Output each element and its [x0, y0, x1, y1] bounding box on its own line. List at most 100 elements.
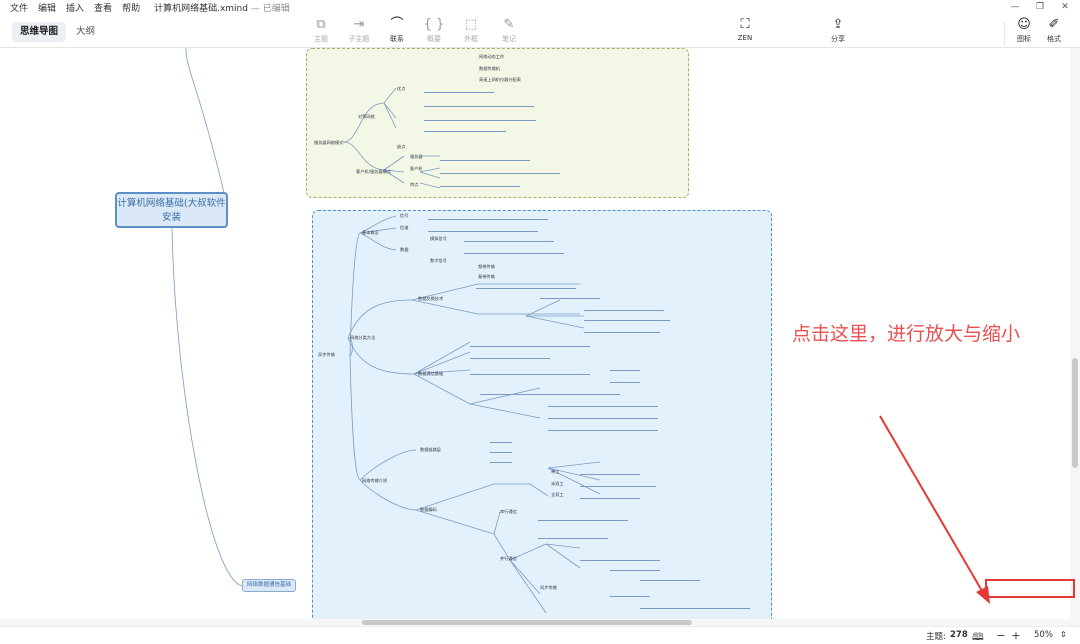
format-brush-icon: ✐ — [1048, 17, 1060, 32]
mindmap-node[interactable]: 对等网络 — [358, 114, 375, 119]
node-underline — [584, 310, 664, 311]
mindmap-node[interactable]: 数据通信基础 — [418, 371, 443, 376]
mindmap-node[interactable]: 半双工 — [551, 481, 564, 486]
horizontal-scrollbar[interactable] — [0, 619, 1070, 626]
document-title: 计算机网络基础.xmind — 已编辑 — [154, 1, 290, 14]
node-underline — [580, 560, 660, 561]
minimize-button[interactable]: — — [1005, 0, 1025, 14]
mindmap-node[interactable]: 特点 — [410, 182, 418, 187]
horizontal-scroll-thumb[interactable] — [362, 620, 692, 625]
mindmap-node[interactable]: 数字信号 — [430, 258, 447, 263]
relationship-button[interactable]: ⌒ 联系 — [377, 16, 417, 46]
mindmap-node[interactable]: 同步传输 — [540, 585, 557, 590]
save-status: — 已编辑 — [250, 3, 290, 14]
node-underline — [538, 520, 628, 521]
mindmap-node[interactable]: 基本概念 — [362, 230, 379, 235]
node-underline — [470, 358, 550, 359]
tab-outline[interactable]: 大纲 — [68, 22, 103, 42]
branch-topic[interactable]: 网络数据通信基础 — [242, 579, 296, 592]
menu-insert[interactable]: 插入 — [66, 1, 84, 14]
mindmap-node[interactable]: 异步传输 — [318, 352, 335, 357]
zen-button[interactable]: ⛶ ZEN — [725, 16, 765, 46]
doc-filename: 计算机网络基础.xmind — [154, 3, 248, 14]
mindmap-node[interactable]: 单工 — [551, 469, 559, 474]
mindmap-node[interactable]: 数据编码 — [420, 507, 437, 512]
mindmap-node[interactable]: 服务器网络模式 — [314, 140, 343, 145]
menu-edit[interactable]: 编辑 — [38, 1, 56, 14]
summary-button[interactable]: { } 概要 — [414, 16, 454, 46]
node-underline — [424, 131, 506, 132]
mindmap-node[interactable]: 数据交换技术 — [418, 296, 443, 301]
map-icon[interactable]: 🕮 — [972, 630, 984, 644]
vertical-scroll-thumb[interactable] — [1072, 358, 1078, 468]
node-underline — [464, 241, 554, 242]
node-underline — [424, 120, 536, 121]
mindmap-canvas[interactable]: 计算机网络基础(大叔软件安装 网络数据通信基础 网络动态工作 数据传输机 高速上… — [0, 48, 1070, 626]
node-underline — [610, 382, 640, 383]
mindmap-node[interactable]: 信号 — [400, 213, 408, 218]
topic-icon: ⧉ — [316, 17, 326, 32]
mindmap-node[interactable]: 高速上网机仪器分配表 — [479, 77, 521, 82]
vertical-scrollbar[interactable] — [1070, 48, 1080, 626]
root-topic[interactable]: 计算机网络基础(大叔软件安装 — [115, 192, 228, 228]
mindmap-node[interactable]: 数据链路层 — [420, 447, 441, 452]
mindmap-node[interactable]: 客户机 — [410, 166, 423, 171]
summary-label: 概要 — [427, 35, 441, 43]
menu-file[interactable]: 文件 — [10, 1, 28, 14]
menu-help[interactable]: 帮助 — [122, 1, 140, 14]
node-underline — [440, 186, 520, 187]
mindmap-node[interactable]: 串行通信 — [500, 509, 517, 514]
mindmap-node[interactable]: 缺点 — [397, 144, 405, 149]
zoom-dropdown-icon[interactable]: ⇕ — [1060, 630, 1067, 639]
node-underline — [480, 394, 620, 395]
topic-button[interactable]: ⧉ 主题 — [301, 16, 341, 46]
node-underline — [580, 486, 656, 487]
node-underline — [424, 106, 534, 107]
node-underline — [580, 498, 640, 499]
zoom-in-button[interactable]: + — [1009, 629, 1023, 643]
close-window-button[interactable]: ✕ — [1055, 0, 1075, 14]
relationship-label: 联系 — [390, 35, 404, 43]
maximize-button[interactable]: ❐ — [1030, 0, 1050, 14]
node-underline — [476, 288, 576, 289]
mindmap-node[interactable]: 基带传输 — [478, 274, 495, 279]
menu-view[interactable]: 查看 — [94, 1, 112, 14]
notes-label: 笔记 — [502, 35, 516, 43]
mindmap-node[interactable]: 全双工 — [551, 492, 564, 497]
node-underline — [610, 570, 660, 571]
summary-icon: { } — [423, 17, 445, 32]
boundary-button[interactable]: ⬚ 外框 — [451, 16, 491, 46]
mindmap-node[interactable]: 客户机/服务器模式 — [356, 169, 391, 174]
node-underline — [470, 346, 590, 347]
node-underline — [610, 596, 650, 597]
share-button[interactable]: ⇪ 分享 — [818, 16, 858, 46]
mindmap-node[interactable]: 频带传输 — [478, 264, 495, 269]
notes-button[interactable]: ✎ 笔记 — [489, 16, 529, 46]
boundary-label: 外框 — [464, 35, 478, 43]
format-button[interactable]: ✐ 格式 — [1034, 16, 1074, 46]
zoom-out-button[interactable]: − — [994, 629, 1008, 643]
tab-mindmap[interactable]: 思维导图 — [12, 22, 67, 42]
subtopic-button[interactable]: ⇥ 子主题 — [339, 16, 379, 46]
mindmap-node[interactable]: 网络传输介质 — [362, 478, 387, 483]
node-underline — [428, 231, 538, 232]
mindmap-node[interactable]: 优点 — [397, 86, 405, 91]
topic-label: 主题 — [314, 35, 328, 43]
subtopic-label: 子主题 — [348, 35, 370, 43]
mindmap-node[interactable]: 数据传输机 — [479, 66, 500, 71]
topic-count-value: 278 — [950, 630, 968, 640]
mindmap-node[interactable]: 网络动态工作 — [479, 54, 504, 59]
mindmap-node[interactable]: 数据 — [400, 247, 408, 252]
node-underline — [470, 374, 590, 375]
mindmap-node[interactable]: 信道 — [400, 225, 408, 230]
node-underline — [440, 173, 560, 174]
node-underline — [540, 298, 600, 299]
menu-bar: 文件 编辑 插入 查看 帮助 计算机网络基础.xmind — 已编辑 — [0, 0, 1080, 14]
share-icon: ⇪ — [832, 17, 844, 32]
zoom-level[interactable]: 50% — [1034, 630, 1053, 640]
mindmap-node[interactable]: 服务器 — [410, 154, 423, 159]
mindmap-node[interactable]: 并行通信 — [500, 556, 517, 561]
node-underline — [428, 219, 548, 220]
mindmap-node[interactable]: 模拟信号 — [430, 236, 447, 241]
mindmap-node[interactable]: 网络分类方法 — [350, 335, 375, 340]
